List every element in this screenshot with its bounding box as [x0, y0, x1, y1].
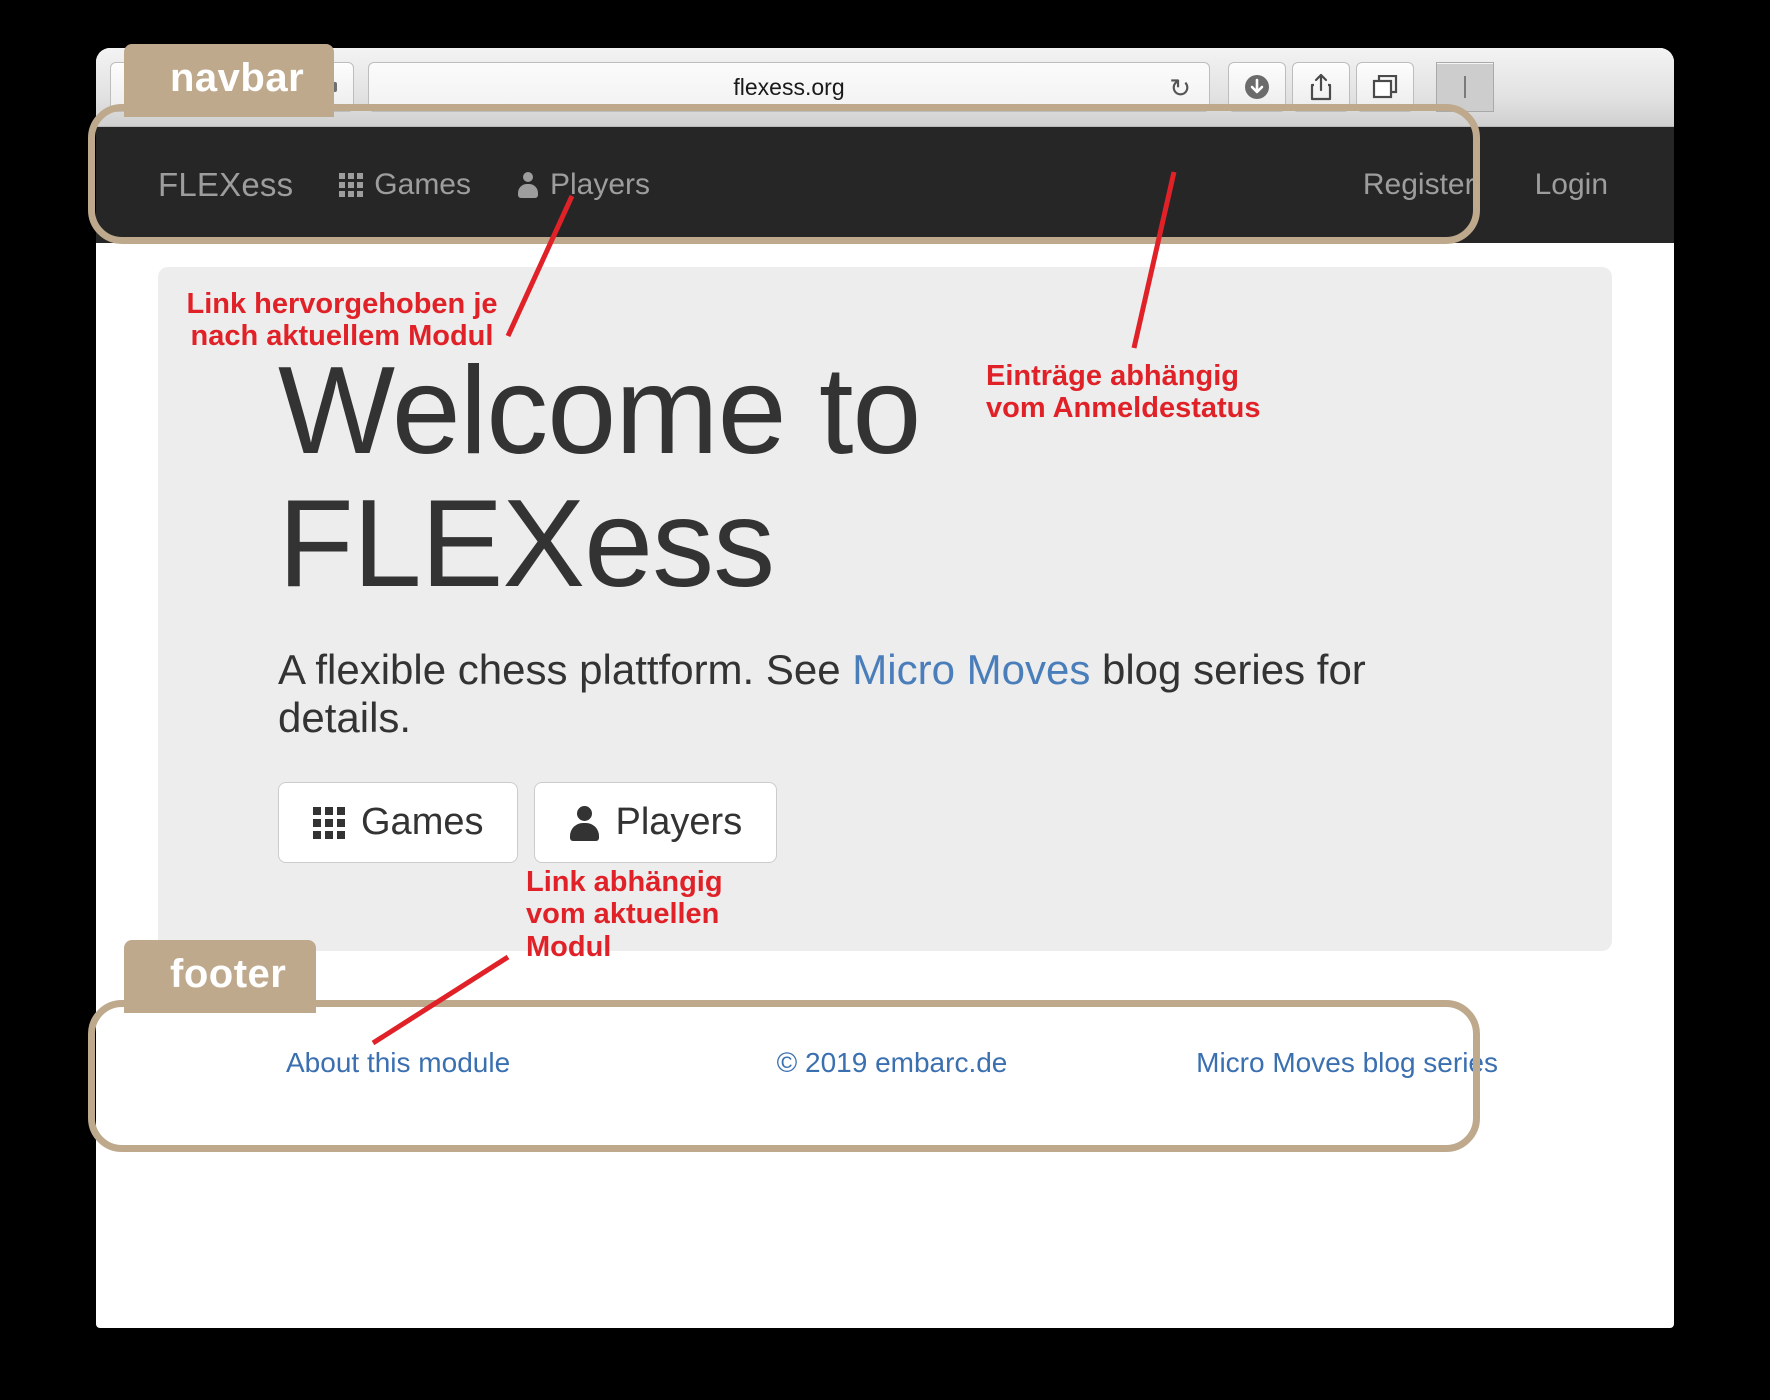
navbar-left-group: FLEXess Games Players [158, 166, 650, 204]
share-icon [1310, 73, 1332, 101]
reload-icon[interactable]: ↻ [1169, 73, 1191, 104]
grid-icon [339, 173, 364, 197]
download-icon [1245, 75, 1269, 99]
footer-center: © 2019 embarc.de [690, 1047, 1094, 1079]
hero-subtitle: A flexible chess plattform. See Micro Mo… [278, 646, 1492, 742]
players-button-label: Players [615, 801, 743, 844]
navbar-right-group: Register Login [1363, 168, 1674, 202]
person-icon [569, 805, 600, 841]
navbar: FLEXess Games Players Register Login [96, 127, 1674, 243]
nav-link-games[interactable]: Games [339, 168, 471, 202]
players-button[interactable]: Players [534, 782, 778, 864]
site-footer: About this module © 2019 embarc.de Micro… [158, 1047, 1612, 1079]
tabs-button[interactable] [1356, 62, 1414, 112]
hero-title-line2: FLEXess [278, 474, 775, 613]
about-this-module-link[interactable]: About this module [286, 1047, 510, 1078]
nav-link-register[interactable]: Register [1363, 168, 1475, 202]
printer-icon [313, 75, 337, 99]
person-icon [517, 172, 539, 198]
games-button-label: Games [361, 801, 484, 844]
footer-left: About this module [220, 1047, 690, 1079]
back-button[interactable] [110, 62, 163, 112]
more-icon [1464, 76, 1466, 98]
nav-link-login[interactable]: Login [1535, 168, 1608, 202]
navbar-brand[interactable]: FLEXess [158, 166, 293, 204]
more-button[interactable] [1436, 62, 1494, 112]
download-button[interactable] [1228, 62, 1286, 112]
games-button[interactable]: Games [278, 782, 519, 864]
nav-link-games-label: Games [374, 168, 471, 201]
hero-title-line1: Welcome to [278, 342, 921, 480]
chevron-right-icon [183, 77, 195, 97]
browser-toolbar: flexess.org ↻ [96, 48, 1674, 127]
sidebar-icon [249, 77, 273, 97]
nav-link-players[interactable]: Players [517, 168, 650, 202]
print-button[interactable] [296, 62, 354, 112]
micro-moves-link[interactable]: Micro Moves [852, 646, 1090, 693]
page-title: Welcome to FLEXess [278, 345, 1492, 610]
tabs-icon [1372, 75, 1398, 99]
micro-moves-blog-link[interactable]: Micro Moves blog series [1196, 1047, 1498, 1078]
grid-icon [313, 806, 345, 839]
hero-subtitle-before: A flexible chess plattform. See [278, 646, 853, 694]
sidebar-button[interactable] [232, 62, 290, 112]
page-body: Welcome to FLEXess A flexible chess plat… [96, 267, 1674, 1079]
share-button[interactable] [1292, 62, 1350, 112]
url-bar[interactable]: flexess.org ↻ [368, 62, 1210, 112]
chevron-left-icon [131, 77, 143, 97]
footer-right: Micro Moves blog series [1094, 1047, 1550, 1079]
copyright-text: © 2019 embarc.de [776, 1047, 1008, 1078]
forward-button[interactable] [162, 62, 216, 112]
nav-link-players-label: Players [550, 168, 651, 201]
jumbotron: Welcome to FLEXess A flexible chess plat… [158, 267, 1612, 951]
browser-window: flexess.org ↻ FLEXess Games Players Regi… [96, 48, 1674, 1328]
hero-button-group: Games Players [278, 782, 1492, 864]
url-text: flexess.org [733, 73, 845, 100]
